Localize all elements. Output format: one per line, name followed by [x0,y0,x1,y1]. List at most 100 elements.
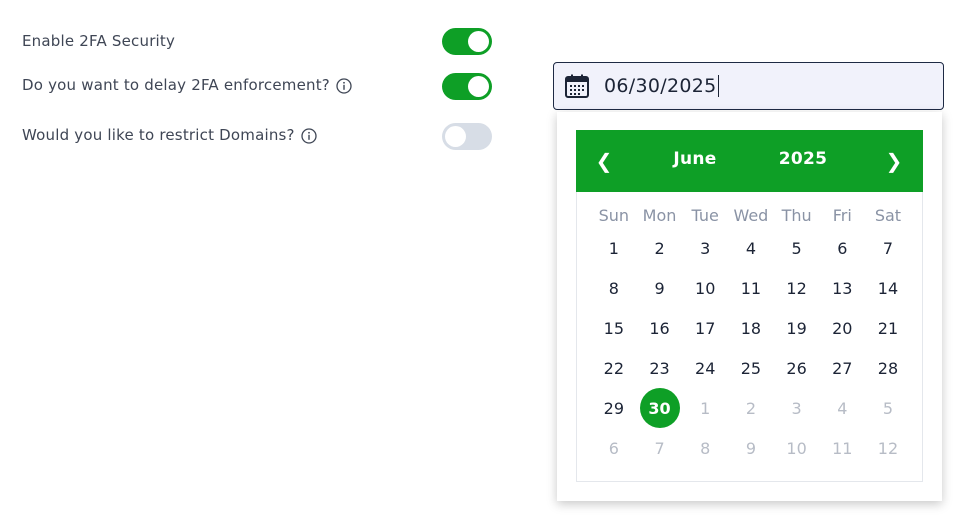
day-number: 10 [695,278,716,298]
day-number: 2 [654,238,665,258]
day-number: 10 [786,438,807,458]
prev-month-button[interactable]: ❮ [590,146,618,176]
weekday-label: Tue [691,206,719,225]
day-number: 24 [695,358,716,378]
year-selector[interactable]: 2025 [772,149,834,169]
calendar: ❮ June 2025 ❯ Sun Mon Tue Wed Thu Fri Sat 1234… [576,130,923,482]
day-cell[interactable]: 20 [819,308,865,348]
day-cell-other-month[interactable]: 6 [591,428,637,468]
setting-label: Enable 2FA Security [22,32,176,50]
day-number: 8 [608,278,619,298]
day-cell[interactable]: 1 [591,228,637,268]
day-number: 29 [603,398,625,418]
day-number: 25 [740,358,762,378]
day-cell[interactable]: 10 [682,268,728,308]
day-number: 19 [786,318,807,338]
date-value[interactable]: 06/30/2025 [604,75,717,97]
setting-row-enable-2fa: Enable 2FA Security [22,32,175,50]
weekday-label: Thu [781,206,812,225]
day-number: 12 [877,438,899,458]
day-cell[interactable]: 7 [865,228,911,268]
weekday-label: Sat [874,206,902,225]
day-number: 8 [700,438,711,458]
day-number: 27 [832,358,853,378]
day-cell[interactable]: 25 [728,348,774,388]
info-icon[interactable] [301,128,317,144]
day-cell[interactable]: 8 [591,268,637,308]
day-cell[interactable]: 15 [591,308,637,348]
day-number: 7 [654,438,665,458]
day-number: 7 [882,238,894,258]
day-cell[interactable]: 5 [774,228,820,268]
weekday-header: Sun Mon Tue Wed Thu Fri Sat [591,206,911,225]
day-number: 2 [745,398,756,418]
day-cell-other-month[interactable]: 10 [774,428,820,468]
day-cell[interactable]: 14 [865,268,911,308]
day-number: 21 [877,318,899,338]
toggle-knob [445,126,466,147]
day-cell[interactable]: 4 [728,228,774,268]
day-cell[interactable]: 22 [591,348,637,388]
next-month-button[interactable]: ❯ [880,146,908,176]
day-number: 11 [740,278,762,298]
day-number: 26 [786,358,807,378]
day-cell[interactable]: 24 [682,348,728,388]
day-cell-other-month[interactable]: 7 [637,428,683,468]
datepicker-popup: ❮ June 2025 ❯ Sun Mon Tue Wed Thu Fri Sat 1234… [557,112,942,501]
enable-2fa-toggle[interactable] [442,28,492,55]
delay-2fa-toggle[interactable] [442,73,492,100]
info-icon[interactable] [336,78,352,94]
day-cell[interactable]: 6 [819,228,865,268]
weekday-label: Fri [832,206,852,225]
day-cell-other-month[interactable]: 3 [774,388,820,428]
day-cell-other-month[interactable]: 9 [728,428,774,468]
day-number: 1 [608,238,619,258]
day-cell[interactable]: 11 [728,268,774,308]
day-cell[interactable]: 17 [682,308,728,348]
day-cell-other-month[interactable]: 12 [865,428,911,468]
calendar-icon[interactable] [564,73,590,99]
day-cell-other-month[interactable]: 2 [728,388,774,428]
day-cell[interactable]: 28 [865,348,911,388]
day-number: 4 [745,238,756,258]
day-cell-other-month[interactable]: 5 [865,388,911,428]
day-cell-other-month[interactable]: 4 [819,388,865,428]
day-number: 6 [837,238,848,258]
day-cell[interactable]: 26 [774,348,820,388]
day-cell[interactable]: 2 [637,228,683,268]
month-selector[interactable]: June [660,149,730,169]
day-cell-other-month[interactable]: 11 [819,428,865,468]
day-number: 6 [608,438,619,458]
day-number: 20 [832,318,853,338]
text-caret [717,75,719,97]
date-input[interactable]: 06/30/2025 [553,62,944,110]
day-cell[interactable]: 3 [682,228,728,268]
setting-row-restrict-domains: Would you like to restrict Domains? [22,126,317,144]
day-number: 5 [791,238,802,258]
restrict-domains-toggle[interactable] [442,123,492,150]
setting-row-delay-2fa: Do you want to delay 2FA enforcement? [22,76,352,94]
day-number: 4 [837,398,848,418]
day-number: 16 [649,318,670,338]
day-cell[interactable]: 16 [637,308,683,348]
day-cell[interactable]: 18 [728,308,774,348]
day-cell[interactable]: 27 [819,348,865,388]
setting-label: Do you want to delay 2FA enforcement? [22,76,330,94]
day-cell[interactable]: 19 [774,308,820,348]
day-number: 9 [654,278,665,298]
day-number: 12 [786,278,807,298]
day-cell-selected[interactable]: 30 [637,388,683,428]
day-cell-other-month[interactable]: 1 [682,388,728,428]
day-cell[interactable]: 12 [774,268,820,308]
day-cell-other-month[interactable]: 8 [682,428,728,468]
day-number: 14 [877,278,899,298]
day-cell[interactable]: 9 [637,268,683,308]
day-number: 23 [649,358,670,378]
day-number: 28 [877,358,899,378]
day-cell[interactable]: 21 [865,308,911,348]
toggle-knob [468,76,489,97]
day-cell[interactable]: 13 [819,268,865,308]
day-cell[interactable]: 29 [591,388,637,428]
day-number: 1 [700,398,711,418]
day-cell[interactable]: 23 [637,348,683,388]
